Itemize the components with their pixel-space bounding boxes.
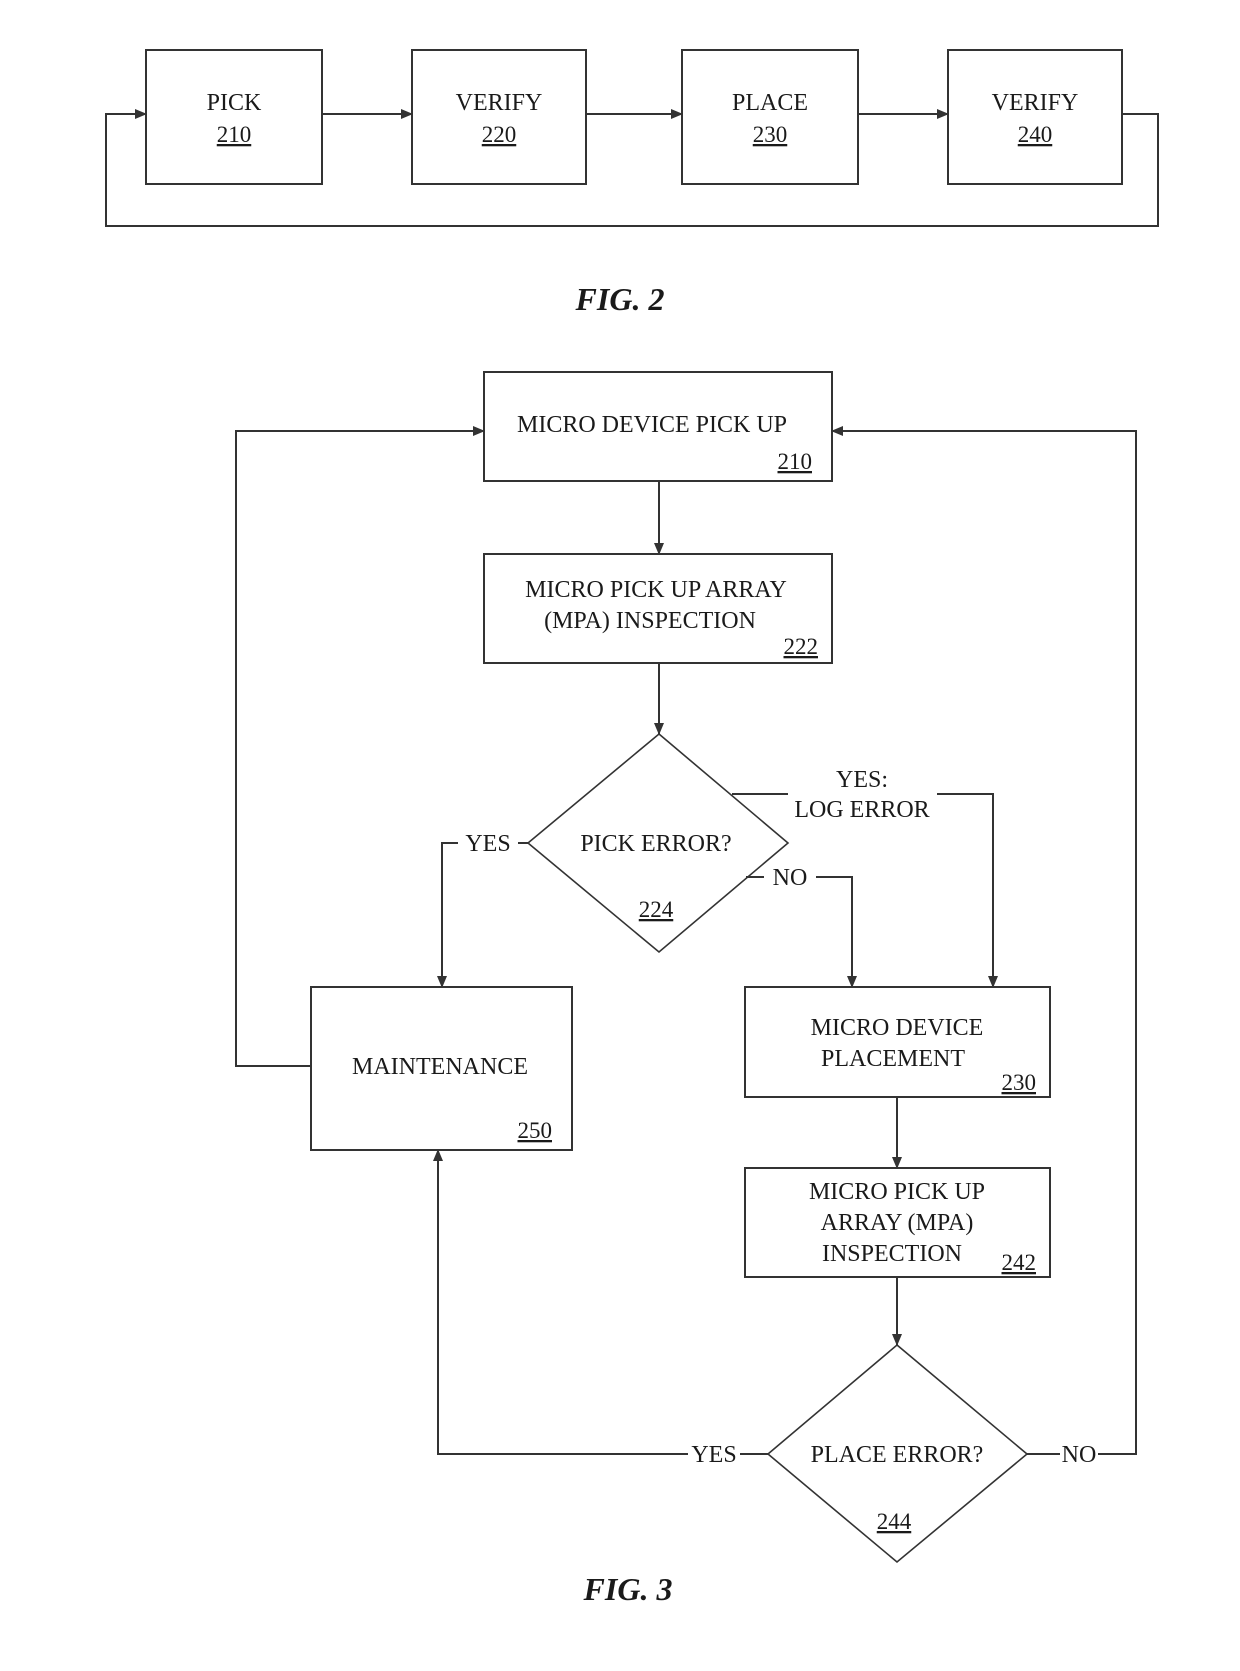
- node-label: MAINTENANCE: [352, 1054, 528, 1080]
- patent-figures: PICK 210 VERIFY 220 PLACE 230 VERIFY 240…: [105, 49, 1159, 1607]
- edge-maintenance-to-pickup: [235, 426, 485, 1067]
- step-ref: 220: [482, 122, 517, 147]
- edge-label-pick-yes: YES: [465, 831, 510, 857]
- step-ref: 210: [217, 122, 252, 147]
- node-label-line2: ARRAY (MPA): [821, 1210, 974, 1236]
- node-maintenance-250: MAINTENANCE 250: [310, 986, 573, 1151]
- edge-pick-yes-to-maintenance-path: [437, 842, 458, 988]
- decision-pick-error-224: PICK ERROR? 224: [526, 732, 790, 954]
- decision-label: PICK ERROR?: [580, 831, 731, 857]
- edge-place-yes-path: [433, 1149, 688, 1455]
- node-inspection-222: MICRO PICK UP ARRAY (MPA) INSPECTION 222: [483, 553, 833, 664]
- node-ref: 222: [784, 634, 819, 659]
- node-pickup-210: MICRO DEVICE PICK UP 210: [483, 371, 833, 482]
- fig2: PICK 210 VERIFY 220 PLACE 230 VERIFY 240…: [105, 49, 1159, 317]
- step-label: PLACE: [732, 90, 808, 116]
- fig2-caption: FIG. 2: [575, 281, 665, 317]
- step-label: VERIFY: [992, 90, 1079, 116]
- node-label-line3: INSPECTION: [822, 1241, 962, 1267]
- edge-place-no-path: [831, 426, 1137, 1455]
- fig3-caption: FIG. 3: [583, 1571, 673, 1607]
- fig2-step-verify-240: VERIFY 240: [947, 49, 1123, 185]
- edge-pick-log-path: [937, 793, 998, 988]
- node-label-line2: PLACEMENT: [821, 1046, 965, 1072]
- node-ref: 230: [1002, 1070, 1037, 1095]
- node-label: MICRO DEVICE PICK UP: [517, 412, 787, 438]
- edge-label-log-2: LOG ERROR: [794, 797, 929, 823]
- fig2-step-pick: PICK 210: [145, 49, 323, 185]
- node-ref: 242: [1002, 1250, 1037, 1275]
- node-ref: 210: [778, 449, 813, 474]
- step-ref: 230: [753, 122, 788, 147]
- edge-label-place-no: NO: [1062, 1442, 1097, 1468]
- step-label: VERIFY: [456, 90, 543, 116]
- node-inspection-242: MICRO PICK UP ARRAY (MPA) INSPECTION 242: [744, 1167, 1051, 1278]
- decision-ref: 224: [639, 897, 674, 922]
- node-label-line2: (MPA) INSPECTION: [544, 608, 756, 634]
- step-ref: 240: [1018, 122, 1053, 147]
- fig2-step-verify-220: VERIFY 220: [411, 49, 587, 185]
- node-label-line1: MICRO DEVICE: [811, 1015, 984, 1041]
- decision-ref: 244: [877, 1509, 912, 1534]
- fig2-step-place: PLACE 230: [681, 49, 859, 185]
- edge-label-place-yes: YES: [691, 1442, 736, 1468]
- step-label: PICK: [207, 90, 262, 116]
- node-placement-230: MICRO DEVICE PLACEMENT 230: [744, 986, 1051, 1098]
- edge-label-pick-no: NO: [773, 865, 808, 891]
- node-label-line1: MICRO PICK UP: [809, 1179, 985, 1205]
- edge-label-log-1: YES:: [836, 767, 888, 793]
- node-ref: 250: [518, 1118, 553, 1143]
- decision-place-error-244: PLACE ERROR? 244: [766, 1343, 1029, 1564]
- node-label-line1: MICRO PICK UP ARRAY: [525, 577, 787, 603]
- edge-pick-no-path: [816, 876, 857, 988]
- decision-label: PLACE ERROR?: [811, 1442, 984, 1468]
- fig3: MICRO DEVICE PICK UP 210 MICRO PICK UP A…: [235, 371, 1137, 1607]
